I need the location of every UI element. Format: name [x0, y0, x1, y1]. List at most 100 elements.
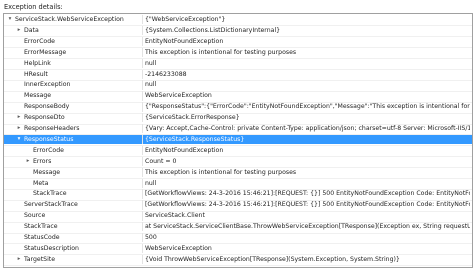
- tree-row[interactable]: Message WebServiceException: [4, 91, 472, 101]
- tree-row[interactable]: ▾ ResponseStatus {ServiceStack.ResponseSta…: [4, 134, 472, 145]
- property-name-cell: StatusDescription: [4, 243, 143, 254]
- property-value: WebServiceException: [145, 92, 212, 100]
- property-name: Data: [24, 26, 39, 34]
- property-name: TargetSite: [24, 255, 56, 263]
- expand-arrow-icon[interactable]: ▸: [15, 255, 23, 264]
- property-name: ResponseBody: [24, 103, 70, 111]
- property-name-cell: ErrorCode: [4, 36, 143, 47]
- property-name-cell: ServerStackTrace: [4, 200, 143, 210]
- tree-row[interactable]: ▸ ResponseDto {ServiceStack.ErrorResponse}: [4, 113, 472, 123]
- property-name-cell: InnerException: [4, 80, 143, 90]
- property-value: 500: [145, 234, 157, 241]
- property-name: StackTrace: [24, 223, 58, 231]
- tree-row[interactable]: ▸ Errors Count = 0: [4, 156, 472, 167]
- property-name: HResult: [24, 70, 48, 78]
- property-name-cell: ▾ ServiceStack.WebServiceException: [4, 15, 143, 25]
- property-name-cell: ▸ ResponseHeaders: [4, 124, 143, 134]
- property-value: at ServiceStack.ServiceClientBase.ThrowW…: [145, 223, 470, 231]
- property-name-cell: Message: [4, 167, 143, 177]
- expand-arrow-icon[interactable]: ▸: [15, 26, 23, 35]
- tree-row[interactable]: StackTrace at ServiceStack.ServiceClientB…: [4, 222, 472, 232]
- property-value: This exception is intentional for testin…: [145, 48, 297, 56]
- property-name-cell: ErrorMessage: [4, 47, 143, 58]
- property-name: Meta: [33, 179, 49, 187]
- property-name: StackTrace: [33, 190, 67, 198]
- tree-row[interactable]: ServerStackTrace [GetWorkflowViews: 24-3-…: [4, 200, 472, 210]
- tree-row[interactable]: Source ServiceStack.Client: [4, 211, 472, 221]
- collapse-arrow-icon[interactable]: ▾: [6, 15, 14, 24]
- tree-row[interactable]: ▸ Data {System.Collections.ListDictionaryI…: [4, 25, 472, 36]
- property-name: StatusCode: [24, 234, 60, 241]
- property-name: StatusDescription: [24, 244, 79, 252]
- property-name-cell: HResult: [4, 69, 143, 79]
- property-value: {ServiceStack.ResponseStatus}: [145, 135, 245, 143]
- property-name: ServerStackTrace: [24, 201, 78, 209]
- property-name-cell: StackTrace: [4, 189, 143, 199]
- property-name-cell: Message: [4, 91, 143, 101]
- tree-row[interactable]: Meta null: [4, 178, 472, 188]
- property-name-cell: ResponseBody: [4, 102, 143, 112]
- property-name: ServiceStack.WebServiceException: [15, 16, 124, 23]
- expand-arrow-icon[interactable]: ▸: [24, 157, 32, 166]
- property-name: HelpLink: [24, 59, 51, 67]
- property-name-cell: ▸ Errors: [4, 156, 143, 167]
- tree-row[interactable]: ▸ TargetSite {Void ThrowWebServiceExceptio…: [4, 254, 472, 265]
- property-name-cell: ▸ ResponseDto: [4, 113, 143, 123]
- property-value: {"WebServiceException"}: [145, 16, 226, 23]
- property-name-cell: ▸ Data: [4, 25, 143, 36]
- collapse-arrow-icon[interactable]: ▾: [15, 135, 23, 144]
- property-name-cell: ▸ TargetSite: [4, 254, 143, 265]
- property-value: null: [145, 81, 157, 89]
- property-name: ResponseStatus: [24, 135, 74, 143]
- property-name-cell: Meta: [4, 178, 143, 188]
- exception-property-tree[interactable]: ▾ ServiceStack.WebServiceException {"WebSe…: [3, 13, 473, 268]
- property-value: {ServiceStack.ErrorResponse}: [145, 114, 240, 122]
- property-name: ErrorMessage: [24, 48, 67, 56]
- property-name: ErrorCode: [24, 37, 55, 45]
- tree-row[interactable]: StatusCode 500: [4, 233, 472, 243]
- tree-row[interactable]: ▾ ServiceStack.WebServiceException {"WebSe…: [4, 15, 472, 25]
- property-value: WebServiceException: [145, 244, 212, 252]
- property-name: Errors: [33, 157, 52, 165]
- tree-row[interactable]: ResponseBody {"ResponseStatus":{"ErrorCod…: [4, 102, 472, 112]
- tree-row[interactable]: StatusDescription WebServiceException: [4, 243, 472, 254]
- tree-row[interactable]: Message This exception is intentional for…: [4, 167, 472, 177]
- property-value: {System.Collections.ListDictionaryIntern…: [145, 26, 281, 34]
- property-value: [GetWorkflowViews: 24-3-2016 15:46:21]:[…: [145, 201, 470, 209]
- property-name: Message: [24, 92, 52, 100]
- tree-row[interactable]: HResult -2146233088: [4, 69, 472, 79]
- property-value: {Void ThrowWebServiceException[TResponse…: [145, 255, 400, 263]
- property-name: ResponseDto: [24, 114, 65, 122]
- property-value: EntityNotFoundException: [145, 37, 224, 45]
- expand-arrow-icon[interactable]: ▸: [15, 113, 23, 122]
- property-value: EntityNotFoundException: [145, 146, 224, 154]
- property-name: Message: [33, 168, 61, 176]
- property-name-cell: ▾ ResponseStatus: [4, 134, 143, 145]
- tree-row[interactable]: HelpLink null: [4, 58, 472, 68]
- tree-row[interactable]: InnerException null: [4, 80, 472, 90]
- tree-row[interactable]: StackTrace [GetWorkflowViews: 24-3-2016 1…: [4, 189, 472, 199]
- expand-arrow-icon[interactable]: ▸: [15, 124, 23, 133]
- property-value: null: [145, 59, 157, 67]
- property-name: ErrorCode: [33, 146, 64, 154]
- property-name: InnerException: [24, 81, 71, 89]
- property-value: [GetWorkflowViews: 24-3-2016 15:46:21]:[…: [145, 190, 470, 198]
- property-value: {"ResponseStatus":{"ErrorCode":"EntityNo…: [145, 103, 470, 111]
- property-value: This exception is intentional for testin…: [145, 168, 297, 176]
- property-value: {Vary: Accept,Cache-Control: private Con…: [145, 125, 470, 132]
- property-name-cell: StackTrace: [4, 222, 143, 232]
- tree-row[interactable]: ▸ ResponseHeaders {Vary: Accept,Cache-Cont…: [4, 124, 472, 134]
- property-name-cell: ErrorCode: [4, 145, 143, 156]
- property-name: Source: [24, 212, 46, 220]
- tree-row[interactable]: ErrorCode EntityNotFoundException: [4, 145, 472, 156]
- property-value: null: [145, 179, 157, 187]
- tree-row[interactable]: ErrorCode EntityNotFoundException: [4, 36, 472, 47]
- property-name: ResponseHeaders: [24, 125, 80, 132]
- property-value: -2146233088: [145, 70, 187, 78]
- exception-details-title: Exception details:: [4, 3, 63, 11]
- property-value: Count = 0: [145, 157, 177, 165]
- property-name-cell: HelpLink: [4, 58, 143, 68]
- property-value: ServiceStack.Client: [145, 212, 205, 220]
- tree-row[interactable]: ErrorMessage This exception is intentiona…: [4, 47, 472, 58]
- property-name-cell: Source: [4, 211, 143, 221]
